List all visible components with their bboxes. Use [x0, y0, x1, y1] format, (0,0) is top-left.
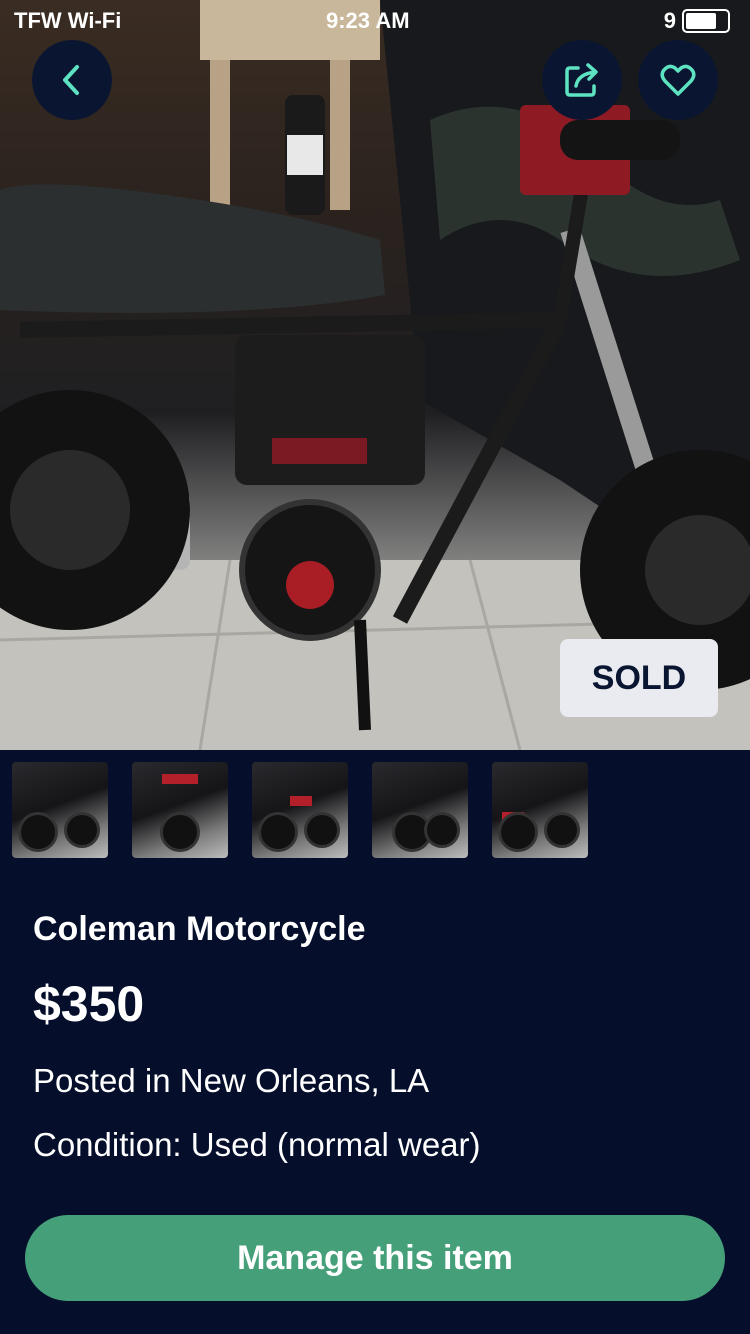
thumbnail-strip: [12, 762, 588, 858]
listing-main-photo[interactable]: [0, 0, 750, 750]
status-bar: TFW Wi-Fi 9:23 AM 9: [0, 0, 750, 40]
thumbnail-2[interactable]: [132, 762, 228, 858]
favorite-button[interactable]: [638, 40, 718, 120]
clock: 9:23 AM: [326, 8, 410, 33]
listing-location: Posted in New Orleans, LA: [33, 1062, 430, 1099]
battery-status: 9: [664, 8, 730, 34]
carrier-label: TFW Wi-Fi: [14, 8, 122, 33]
listing-title: Coleman Motorcycle: [33, 910, 366, 948]
thumbnail-5[interactable]: [492, 762, 588, 858]
thumbnail-4[interactable]: [372, 762, 468, 858]
share-icon: [565, 63, 598, 97]
sold-badge: SOLD: [560, 639, 718, 717]
thumbnail-1[interactable]: [12, 762, 108, 858]
battery-percent: 9: [663, 8, 676, 33]
listing-condition: Condition: Used (normal wear): [33, 1126, 481, 1163]
manage-item-button[interactable]: Manage this item: [25, 1215, 725, 1301]
heart-icon: [660, 64, 696, 96]
battery-icon: [682, 9, 730, 33]
share-button[interactable]: [542, 40, 622, 120]
back-button[interactable]: [32, 40, 112, 120]
listing-price: $350: [33, 976, 145, 1032]
chevron-left-icon: [63, 65, 79, 95]
motorcycle-photo: [0, 0, 750, 750]
thumbnail-3[interactable]: [252, 762, 348, 858]
